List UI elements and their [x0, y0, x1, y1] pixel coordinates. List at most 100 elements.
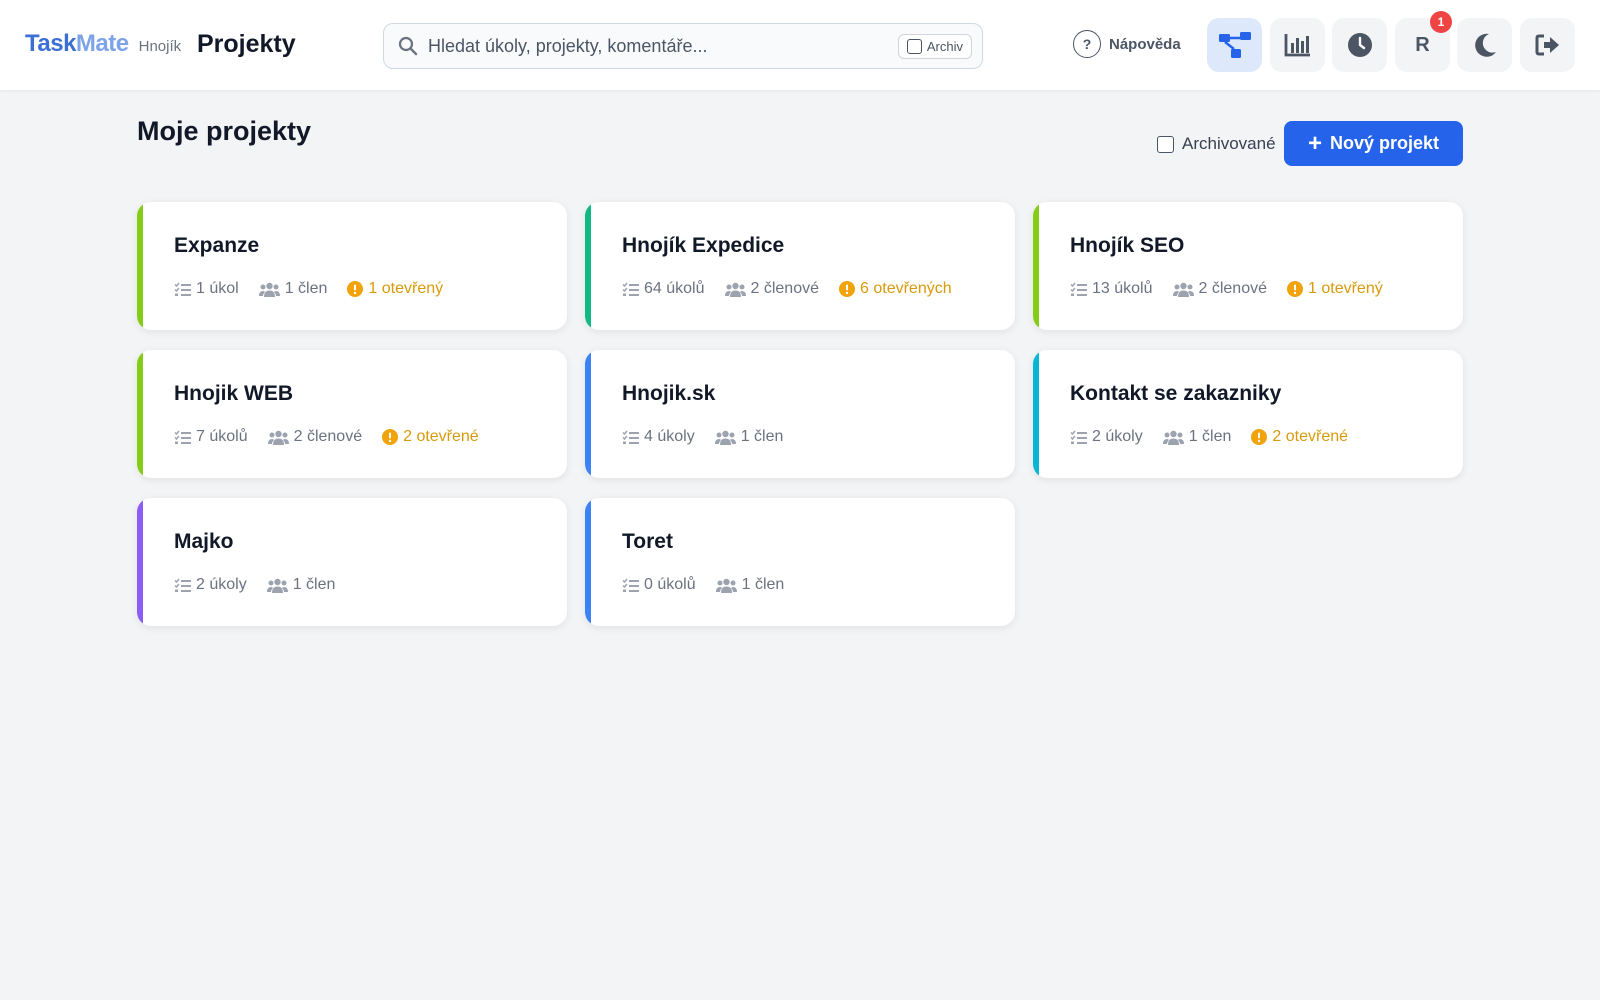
- task-list-icon: [622, 430, 639, 444]
- project-tree-icon: [1218, 32, 1251, 58]
- project-meta: 64 úkolů 2 členové 6 otevřených: [622, 280, 972, 298]
- project-card[interactable]: Expanze 1 úkol 1 člen 1 otevřený: [137, 202, 567, 330]
- member-count: 2 členové: [267, 428, 363, 446]
- member-count: 1 člen: [258, 280, 328, 298]
- project-color-stripe: [137, 202, 143, 330]
- users-icon: [267, 430, 289, 445]
- task-count: 2 úkoly: [174, 576, 247, 594]
- project-card[interactable]: Majko 2 úkoly 1 člen: [137, 498, 567, 626]
- section-title: Moje projekty: [137, 116, 312, 146]
- project-name[interactable]: Hnojik WEB: [174, 382, 293, 406]
- search-box[interactable]: Archiv: [383, 23, 983, 69]
- task-list-icon: [1070, 282, 1087, 296]
- project-name[interactable]: Hnojik.sk: [622, 382, 715, 406]
- member-count: 1 člen: [1162, 428, 1231, 446]
- logo[interactable]: TaskMate: [25, 30, 129, 58]
- project-color-stripe: [585, 498, 591, 626]
- task-list-icon: [1070, 430, 1087, 444]
- time-tracking-button[interactable]: [1332, 18, 1387, 72]
- notification-badge: 1: [1430, 11, 1452, 33]
- task-count: 7 úkolů: [174, 428, 248, 446]
- users-icon: [1172, 282, 1194, 297]
- avatar: R: [1415, 33, 1430, 56]
- task-list-icon: [174, 578, 191, 592]
- clock-icon: [1347, 33, 1372, 57]
- project-name[interactable]: Majko: [174, 530, 234, 554]
- dark-mode-toggle[interactable]: [1457, 18, 1512, 72]
- new-project-label: Nový projekt: [1329, 133, 1440, 153]
- reports-button[interactable]: [1270, 18, 1325, 72]
- archived-filter[interactable]: Archivované: [1157, 134, 1276, 154]
- member-count: 1 člen: [714, 428, 783, 446]
- open-task-count: 1 otevřený: [347, 280, 443, 298]
- project-name[interactable]: Kontakt se zakazniky: [1070, 382, 1281, 406]
- task-count: 1 úkol: [174, 280, 239, 298]
- task-list-icon: [622, 578, 639, 592]
- project-color-stripe: [137, 498, 143, 626]
- project-meta: 2 úkoly 1 člen 2 otevřené: [1070, 428, 1368, 446]
- logout-button[interactable]: [1520, 18, 1575, 72]
- search-input[interactable]: [428, 32, 868, 60]
- user-menu-button[interactable]: R 1: [1395, 11, 1452, 72]
- project-card[interactable]: Kontakt se zakazniky 2 úkoly 1 člen 2 otevř…: [1033, 350, 1463, 478]
- open-task-count-label: 2 otevřené: [1272, 428, 1349, 445]
- project-meta: 13 úkolů 2 členové 1 otevřený: [1070, 280, 1403, 298]
- member-count-label: 2 členové: [293, 428, 363, 445]
- users-icon: [714, 430, 736, 445]
- chart-bar-icon: [1284, 34, 1310, 57]
- warning-icon: [347, 281, 364, 297]
- archived-label: Archivované: [1182, 134, 1276, 153]
- project-card[interactable]: Toret 0 úkolů 1 člen: [585, 498, 1015, 626]
- archive-chip-label: Archiv: [926, 39, 963, 54]
- project-color-stripe: [585, 202, 591, 330]
- project-name[interactable]: Hnojík Expedice: [622, 234, 784, 258]
- project-card[interactable]: Hnojik.sk 4 úkoly 1 člen: [585, 350, 1015, 478]
- archive-checkbox[interactable]: [906, 39, 922, 54]
- project-meta: 1 úkol 1 člen 1 otevřený: [174, 280, 463, 298]
- users-icon: [1162, 430, 1184, 445]
- project-color-stripe: [1033, 202, 1039, 330]
- brand[interactable]: TaskMate Hnojík: [25, 30, 181, 58]
- project-tree-button[interactable]: [1207, 18, 1262, 72]
- task-list-icon: [622, 282, 639, 296]
- open-task-count: 6 otevřených: [839, 280, 952, 298]
- new-project-button[interactable]: + Nový projekt: [1284, 121, 1463, 166]
- member-count: 1 člen: [266, 576, 336, 594]
- logo-part-task: Task: [25, 30, 76, 57]
- warning-icon: [839, 281, 855, 297]
- member-count-label: 1 člen: [292, 576, 336, 593]
- project-name[interactable]: Hnojík SEO: [1070, 234, 1184, 258]
- open-task-count-label: 2 otevřené: [403, 428, 479, 445]
- project-card[interactable]: Hnojík Expedice 64 úkolů 2 členové 6 otevře…: [585, 202, 1015, 330]
- task-count-label: 4 úkoly: [644, 428, 695, 445]
- task-count: 4 úkoly: [622, 428, 695, 446]
- logout-icon: [1535, 34, 1559, 56]
- member-count: 1 člen: [715, 576, 784, 594]
- open-task-count: 2 otevřené: [382, 428, 479, 446]
- logo-part-mate: Mate: [75, 30, 129, 57]
- project-meta: 7 úkolů 2 členové 2 otevřené: [174, 428, 499, 446]
- task-count-label: 7 úkolů: [196, 428, 248, 445]
- project-name[interactable]: Toret: [622, 530, 673, 554]
- project-name[interactable]: Expanze: [174, 234, 259, 258]
- member-count-label: 2 členové: [1198, 280, 1268, 297]
- project-meta: 2 úkoly 1 člen: [174, 576, 355, 594]
- open-task-count-label: 1 otevřený: [1308, 280, 1383, 297]
- project-color-stripe: [137, 350, 143, 478]
- help-label: Nápověda: [1109, 35, 1181, 53]
- archived-checkbox[interactable]: [1157, 135, 1174, 153]
- project-card[interactable]: Hnojik WEB 7 úkolů 2 členové 2 otevřené: [137, 350, 567, 478]
- warning-icon: [382, 429, 399, 445]
- member-count-label: 1 člen: [284, 280, 328, 297]
- task-list-icon: [174, 430, 191, 444]
- project-meta: 0 úkolů 1 člen: [622, 576, 804, 594]
- task-count-label: 0 úkolů: [644, 576, 696, 593]
- archive-filter-toggle[interactable]: Archiv: [897, 34, 972, 59]
- task-count: 2 úkoly: [1070, 428, 1143, 446]
- open-task-count-label: 6 otevřených: [860, 280, 952, 297]
- project-card[interactable]: Hnojík SEO 13 úkolů 2 členové 1 otevřený: [1033, 202, 1463, 330]
- warning-icon: [1287, 281, 1303, 297]
- open-task-count: 2 otevřené: [1251, 428, 1348, 446]
- help-link[interactable]: ? Nápověda: [1073, 30, 1181, 58]
- warning-icon: [1251, 429, 1268, 445]
